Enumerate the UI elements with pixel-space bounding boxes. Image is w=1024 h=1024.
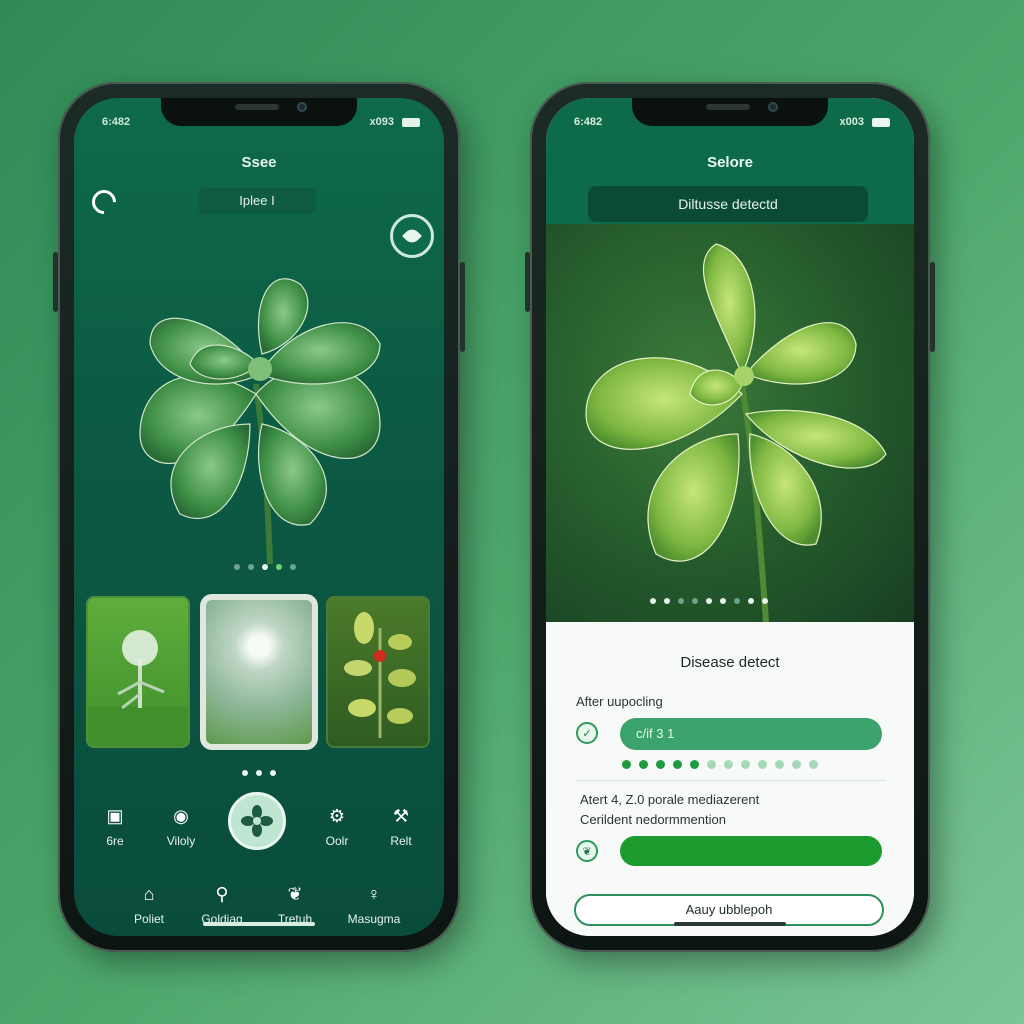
- back-icon[interactable]: [87, 185, 121, 219]
- notch: [161, 98, 357, 126]
- status-signal: x003: [839, 116, 864, 128]
- left-screen: 6:482 x093 Ssee Iplee I ▣ 6re ◉ Viloly ⚙…: [74, 98, 444, 936]
- camera-icon: ▣: [106, 806, 124, 826]
- thumbnail-mildew[interactable]: [200, 594, 318, 750]
- battery-icon: [872, 118, 890, 127]
- thumbnail-plant-1[interactable]: [86, 596, 190, 748]
- search-icon: ⚲: [215, 884, 229, 904]
- tab-diagnose[interactable]: ⚲ Goldiag: [187, 884, 257, 926]
- plant-image: [585, 243, 887, 623]
- nav-label: Oolr: [325, 834, 349, 848]
- after-label: After uupocling: [576, 694, 663, 709]
- plant-hero-image: [139, 278, 381, 565]
- nav-label: Relt: [390, 834, 412, 848]
- right-screen: 6:482 x003 Selore Diltusse detectd Disea…: [546, 98, 914, 936]
- hero-pager: [234, 564, 296, 570]
- plant-thumb-image: [88, 630, 188, 746]
- check-icon: ✓: [576, 722, 598, 744]
- nav-label: Viloly: [166, 834, 196, 848]
- tab-home[interactable]: ⌂ Poliet: [114, 884, 184, 926]
- search-pill[interactable]: Iplee I: [198, 188, 316, 214]
- progress-dots: [622, 760, 818, 769]
- clover-icon: [241, 805, 273, 837]
- settings-icon: ⚙: [328, 806, 346, 826]
- divider: [576, 780, 886, 781]
- left-phone: 6:482 x093 Ssee Iplee I ▣ 6re ◉ Viloly ⚙…: [53, 82, 465, 952]
- nav-label: 6re: [106, 834, 124, 848]
- mildew-image: [206, 600, 312, 744]
- confidence-bar: [620, 836, 882, 866]
- tab-label: Poliet: [133, 912, 165, 926]
- nav-location[interactable]: ◉ Viloly: [146, 806, 216, 848]
- result-card: Disease detect After uupocling ✓ c/if 3 …: [546, 622, 914, 936]
- battery-icon: [402, 118, 420, 127]
- status-signal: x093: [369, 116, 394, 128]
- home-icon: ⌂: [143, 884, 155, 904]
- camera-icon: [297, 102, 307, 112]
- nav-camera[interactable]: ▣ 6re: [80, 806, 150, 848]
- thumb-pager: [242, 770, 276, 776]
- camera-icon: [768, 102, 778, 112]
- right-phone: 6:482 x003 Selore Diltusse detectd Disea…: [525, 82, 935, 952]
- status-time: 6:482: [102, 116, 131, 128]
- leaf-spot-image: [344, 612, 416, 738]
- page-title: Selore: [707, 154, 753, 171]
- tab-messages[interactable]: ♀ Masugma: [334, 884, 414, 926]
- nav-tools[interactable]: ⚒ Relt: [366, 806, 436, 848]
- page-title: Ssee: [241, 154, 277, 171]
- recommendation-line: Cerildent nedormmention: [580, 812, 726, 827]
- profile-icon: ♀: [367, 884, 381, 904]
- home-indicator[interactable]: [674, 922, 786, 926]
- status-time: 6:482: [574, 116, 603, 128]
- leaf-icon: ❦: [576, 840, 598, 862]
- card-title: Disease detect: [680, 654, 780, 671]
- photo-pager: [650, 598, 768, 604]
- thumbnail-leaf-spot[interactable]: [326, 596, 430, 748]
- result-bar[interactable]: c/if 3 1: [620, 718, 882, 750]
- leaf-icon: ❦: [287, 884, 303, 904]
- alert-line: Atert 4, Z.0 porale mediazerent: [580, 792, 760, 807]
- tab-treatment[interactable]: ❦ Tretuh: [260, 884, 330, 926]
- disease-banner: Diltusse detectd: [588, 186, 868, 222]
- tab-label: Masugma: [347, 912, 401, 926]
- notch: [632, 98, 828, 126]
- home-indicator[interactable]: [203, 922, 315, 926]
- nav-settings[interactable]: ⚙ Oolr: [302, 806, 372, 848]
- scan-button[interactable]: [228, 792, 286, 850]
- plant-photo: [546, 224, 914, 623]
- location-icon: ◉: [173, 806, 189, 826]
- tools-icon: ⚒: [392, 806, 410, 826]
